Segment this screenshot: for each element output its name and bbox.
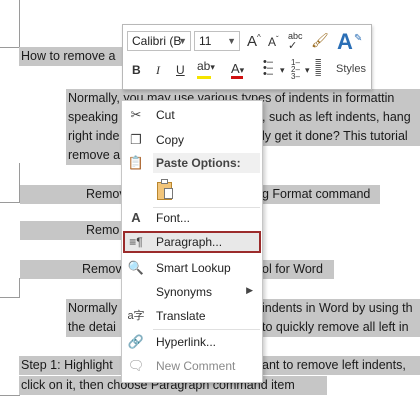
menu-item-cut[interactable]: ✂ Cut <box>123 104 261 126</box>
font-icon: A <box>131 210 141 225</box>
menu-item-paragraph[interactable]: ≡¶ Paragraph... <box>123 231 261 253</box>
paragraph-icon: ≡¶ <box>129 235 143 249</box>
copy-icon: ❐ <box>130 132 142 147</box>
translate-icon: a字 <box>127 310 145 322</box>
menu-item-translate[interactable]: a字 Translate <box>123 305 261 327</box>
menu-item-label: Paragraph... <box>156 235 223 249</box>
ruler-mark <box>19 278 20 298</box>
font-name-value: Calibri (B <box>132 34 182 48</box>
context-menu: ✂ Cut ❐ Copy 📋 Paste Options: A Font... … <box>121 100 263 383</box>
menu-item-label: Paste Options: <box>156 156 241 170</box>
italic-button[interactable]: I <box>156 63 160 78</box>
menu-item-label: Cut <box>156 108 175 122</box>
menu-item-label: Hyperlink... <box>156 335 217 349</box>
menu-item-synonyms[interactable]: Synonyms ▶ <box>123 281 261 303</box>
format-painter-icon[interactable]: 🖌 <box>311 32 329 49</box>
styles-label[interactable]: Styles <box>336 63 366 75</box>
text-line[interactable]: the detai <box>66 318 124 337</box>
underline-button[interactable]: U <box>176 63 185 77</box>
menu-item-hyperlink[interactable]: 🔗 Hyperlink... <box>123 331 261 353</box>
hyperlink-icon: 🔗 <box>127 334 145 349</box>
font-color-icon[interactable]: A▾ <box>231 61 244 79</box>
styles-brush-icon: ✎ <box>354 33 363 44</box>
grow-font-icon[interactable]: A^ <box>247 33 261 50</box>
text-line[interactable]: ly get it done? This tutorial <box>260 127 420 146</box>
text-line[interactable]: right inde <box>66 127 124 146</box>
text-line[interactable]: Remov <box>20 260 122 279</box>
text-line[interactable]: speaking <box>66 108 124 127</box>
font-size-combo[interactable]: 11 ▼ <box>194 31 240 51</box>
ruler-mark <box>0 47 20 48</box>
bold-button[interactable]: B <box>132 63 141 77</box>
menu-item-label: Synonyms <box>156 285 213 299</box>
line-spacing-icon[interactable]: ≡ ≡ ≡ <box>315 57 321 80</box>
comment-icon: 🗨 <box>127 358 145 373</box>
shrink-font-icon[interactable]: Aˇ <box>268 35 279 49</box>
text-line[interactable]: indents in Word by using th <box>260 299 420 318</box>
highlight-color-swatch <box>197 76 211 79</box>
text-line[interactable]: How to remove a <box>19 47 125 66</box>
text-line[interactable]: , such as left indents, hang <box>260 108 420 127</box>
text-line[interactable]: to quickly remove all left in <box>260 318 420 337</box>
menu-item-smart-lookup[interactable]: 🔍 Smart Lookup <box>123 257 261 279</box>
font-name-combo[interactable]: Calibri (B ▼ <box>127 31 191 51</box>
numbering-icon[interactable]: 1– 2– 3– <box>291 59 300 81</box>
text-line[interactable]: Remov <box>20 185 122 204</box>
menu-item-label: New Comment <box>156 359 236 373</box>
menu-item-paste-options: 📋 Paste Options: <box>123 152 261 174</box>
styles-icon[interactable]: A <box>337 29 353 55</box>
menu-item-label: Smart Lookup <box>156 261 231 275</box>
ruler-mark <box>0 202 20 203</box>
search-icon: 🔍 <box>127 260 145 275</box>
menu-item-label: Font... <box>156 211 191 225</box>
chevron-down-icon[interactable]: ▾ <box>280 65 285 76</box>
chevron-right-icon: ▶ <box>246 285 253 295</box>
mini-toolbar: Calibri (B ▼ 11 ▼ A^ Aˇ abc ✓ 🖌 A ✎ Style… <box>122 24 372 90</box>
text-line[interactable]: Step 1: Highlight <box>19 356 124 375</box>
ruler-mark <box>0 395 20 396</box>
paste-keep-text-only-icon[interactable] <box>155 179 175 201</box>
chevron-down-icon: ▼ <box>178 36 187 46</box>
menu-item-label: Translate <box>156 309 206 323</box>
bullets-icon[interactable]: •– •– •– <box>263 57 273 80</box>
paste-icon: 📋 <box>127 155 145 170</box>
ruler-mark <box>0 297 20 298</box>
text-line[interactable]: ol for Word <box>260 260 334 279</box>
text-line[interactable]: remove a <box>66 146 124 165</box>
scissors-icon: ✂ <box>130 107 142 122</box>
text-line[interactable]: g Format command <box>260 185 380 204</box>
font-color-swatch <box>231 76 243 79</box>
menu-item-copy[interactable]: ❐ Copy <box>123 129 261 151</box>
menu-item-new-comment[interactable]: 🗨 New Comment <box>123 355 261 377</box>
text-line[interactable]: ant to remove left indents, <box>260 356 420 375</box>
menu-item-label: Copy <box>156 133 185 147</box>
chevron-down-icon: ▼ <box>227 36 236 46</box>
font-size-value: 11 <box>199 34 212 48</box>
change-case-icon[interactable]: abc ✓ <box>288 31 303 52</box>
chevron-down-icon[interactable]: ▾ <box>305 65 310 76</box>
highlight-color-icon[interactable]: ab▾ <box>197 59 215 79</box>
text-line[interactable]: Remo <box>20 221 122 240</box>
menu-item-font[interactable]: A Font... <box>123 207 261 229</box>
text-line[interactable]: Normally <box>66 299 124 318</box>
ruler-mark <box>19 0 20 48</box>
